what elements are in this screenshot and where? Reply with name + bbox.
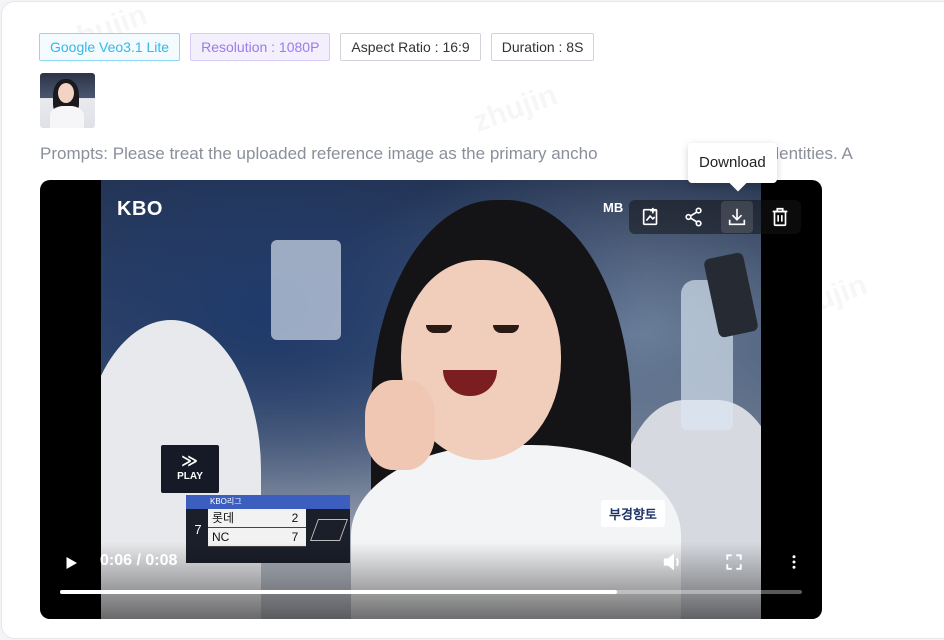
prompt-text-start: Prompts: Please treat the uploaded refer… (40, 144, 598, 163)
subject-hand (365, 380, 435, 470)
scoreboard-header: KBO리그 (186, 495, 350, 509)
play-logo: ≫ PLAY (161, 445, 219, 493)
download-button[interactable] (720, 201, 753, 233)
download-tooltip: Download (688, 143, 777, 183)
download-icon (728, 208, 745, 226)
channel-logo: MB (603, 200, 624, 215)
progress-fill (60, 590, 617, 594)
thumbnail-body (50, 106, 84, 128)
generation-card: zhujin zhujin zhujin Google Veo3.1 Lite … (1, 1, 944, 639)
prompt-text: Prompts: Please treat the uploaded refer… (40, 144, 944, 164)
thumbnail-face (58, 83, 74, 103)
play-button[interactable] (58, 550, 84, 576)
scoreboard-team: 롯데 (212, 511, 235, 525)
volume-icon (663, 553, 679, 571)
broadcast-logo: KBO (117, 198, 163, 220)
settings-tags: Google Veo3.1 Lite Resolution : 1080P As… (39, 33, 595, 61)
fullscreen-icon (726, 554, 742, 570)
video-action-toolbar (629, 200, 801, 234)
reference-image-thumbnail[interactable] (40, 73, 95, 128)
subject-eye (493, 325, 519, 333)
play-icon (66, 557, 77, 569)
more-options-button[interactable] (780, 548, 808, 576)
watermark: zhujin (469, 78, 562, 140)
subject-eye (426, 325, 452, 333)
share-button[interactable] (678, 201, 710, 233)
base-diamond-icon (309, 519, 349, 541)
resolution-tag: Resolution : 1080P (190, 33, 331, 61)
volume-button[interactable] (659, 548, 687, 576)
aspect-ratio-tag: Aspect Ratio : 16:9 (340, 33, 481, 61)
share-icon (684, 207, 702, 227)
scoreboard-row: 롯데 2 (208, 509, 306, 528)
fullscreen-button[interactable] (720, 548, 748, 576)
delete-button[interactable] (764, 201, 796, 233)
progress-track[interactable] (60, 590, 802, 594)
more-vertical-icon (792, 555, 796, 569)
time-display: 0:06 / 0:08 (100, 552, 178, 569)
play-logo-mark: ≫ (181, 453, 199, 470)
image-edit-button[interactable] (635, 201, 667, 233)
image-edit-icon (642, 207, 657, 226)
jersey-logo: 부경향토 (601, 500, 665, 527)
video-player[interactable]: 부경향토 ≫ PLAY KBO리그 7 롯데 2 NC 7 KBO MB 0:0… (40, 180, 822, 619)
scoreboard-score: 2 (291, 511, 299, 525)
background-cup (271, 240, 341, 340)
duration-tag: Duration : 8S (490, 33, 595, 61)
model-tag: Google Veo3.1 Lite (39, 33, 181, 61)
play-logo-label: PLAY (177, 471, 203, 482)
video-controls: 0:06 / 0:08 (40, 542, 822, 619)
trash-icon (772, 207, 787, 227)
